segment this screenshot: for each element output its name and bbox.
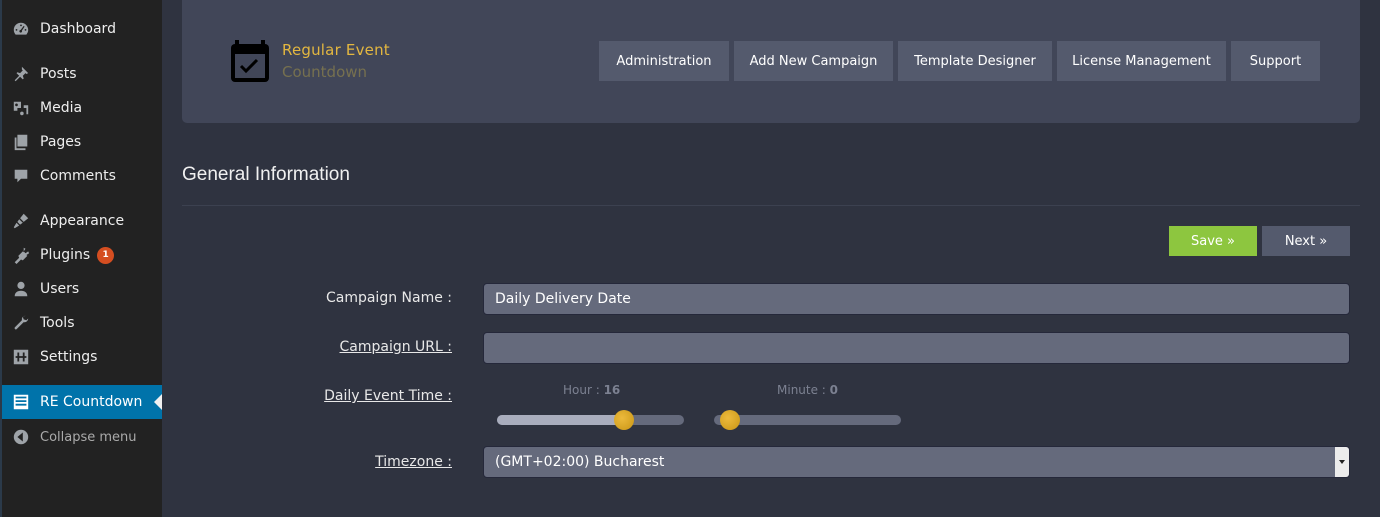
sidebar-label: Dashboard	[40, 21, 116, 37]
campaign-url-label[interactable]: Campaign URL :	[340, 339, 453, 355]
sidebar-item-plugins[interactable]: Plugins 1	[2, 238, 162, 272]
hour-value: 16	[603, 383, 621, 397]
sidebar-item-re-countdown[interactable]: RE Countdown	[2, 385, 162, 419]
sidebar-label: Settings	[40, 349, 98, 365]
minute-slider[interactable]	[714, 410, 901, 430]
sidebar-label: Plugins	[40, 247, 91, 263]
sidebar-label: Posts	[40, 66, 77, 82]
campaign-name-input[interactable]: Daily Delivery Date	[483, 283, 1350, 315]
timezone-label[interactable]: Timezone :	[375, 454, 452, 470]
campaign-url-input[interactable]	[483, 332, 1350, 364]
wrench-icon	[11, 313, 31, 333]
campaign-name-label: Campaign Name :	[325, 290, 452, 306]
hour-slider[interactable]	[497, 410, 684, 430]
sidebar-item-media[interactable]: Media	[2, 91, 162, 125]
sidebar-label: Tools	[40, 315, 75, 331]
pages-icon	[11, 132, 31, 152]
update-count-badge: 1	[97, 246, 115, 264]
media-icon	[11, 98, 31, 118]
hour-caption: Hour : 16	[563, 383, 620, 397]
sidebar-item-posts[interactable]: Posts	[2, 57, 162, 91]
sidebar-item-comments[interactable]: Comments	[2, 159, 162, 193]
user-icon	[11, 279, 31, 299]
sidebar-item-pages[interactable]: Pages	[2, 125, 162, 159]
minute-value: 0	[829, 383, 839, 397]
calendar-check-icon	[231, 40, 269, 82]
sidebar-label: Appearance	[40, 213, 125, 229]
sidebar-label: Media	[40, 100, 83, 116]
sidebar-label: RE Countdown	[40, 394, 143, 410]
admin-sidebar: Dashboard Posts Media Pages Comments App…	[0, 0, 162, 517]
plug-icon	[11, 245, 31, 265]
pin-icon	[11, 64, 31, 84]
dropdown-arrow-icon[interactable]	[1335, 447, 1349, 477]
save-button[interactable]: Save »	[1169, 226, 1257, 256]
sidebar-item-settings[interactable]: Settings	[2, 340, 162, 374]
section-divider	[182, 205, 1360, 206]
collapse-menu-button[interactable]: Collapse menu	[2, 420, 162, 454]
timezone-value: (GMT+02:00) Bucharest	[495, 454, 665, 470]
minute-caption: Minute : 0	[777, 383, 838, 397]
collapse-label: Collapse menu	[40, 429, 137, 445]
nav-support[interactable]: Support	[1231, 41, 1320, 81]
sidebar-label: Users	[40, 281, 80, 297]
dashboard-icon	[11, 19, 31, 39]
nav-add-new-campaign[interactable]: Add New Campaign	[734, 41, 893, 81]
sidebar-item-tools[interactable]: Tools	[2, 306, 162, 340]
hour-slider-fill	[497, 415, 625, 425]
logo-title: Regular Event	[282, 41, 390, 59]
logo-subtitle: Countdown	[282, 63, 368, 81]
timezone-select[interactable]: (GMT+02:00) Bucharest	[483, 446, 1350, 478]
brush-icon	[11, 211, 31, 231]
sidebar-item-users[interactable]: Users	[2, 272, 162, 306]
campaign-name-value: Daily Delivery Date	[495, 291, 631, 307]
comment-icon	[11, 166, 31, 186]
collapse-arrow-icon	[11, 427, 31, 447]
sidebar-label: Pages	[40, 134, 82, 150]
minute-caption-label: Minute :	[777, 383, 830, 397]
next-button[interactable]: Next »	[1262, 226, 1350, 256]
sidebar-label: Comments	[40, 168, 116, 184]
plugin-header: Regular Event Countdown Administration A…	[182, 0, 1360, 123]
list-icon	[11, 392, 31, 412]
hour-slider-handle[interactable]	[614, 410, 635, 430]
nav-license-management[interactable]: License Management	[1057, 41, 1226, 81]
settings-icon	[11, 347, 31, 367]
sidebar-item-dashboard[interactable]: Dashboard	[2, 12, 162, 46]
hour-caption-label: Hour :	[563, 383, 604, 397]
nav-template-designer[interactable]: Template Designer	[898, 41, 1052, 81]
sidebar-item-appearance[interactable]: Appearance	[2, 204, 162, 238]
daily-event-time-label[interactable]: Daily Event Time :	[324, 388, 452, 404]
minute-slider-handle[interactable]	[720, 410, 740, 430]
section-title: General Information	[182, 164, 350, 185]
nav-administration[interactable]: Administration	[599, 41, 729, 81]
